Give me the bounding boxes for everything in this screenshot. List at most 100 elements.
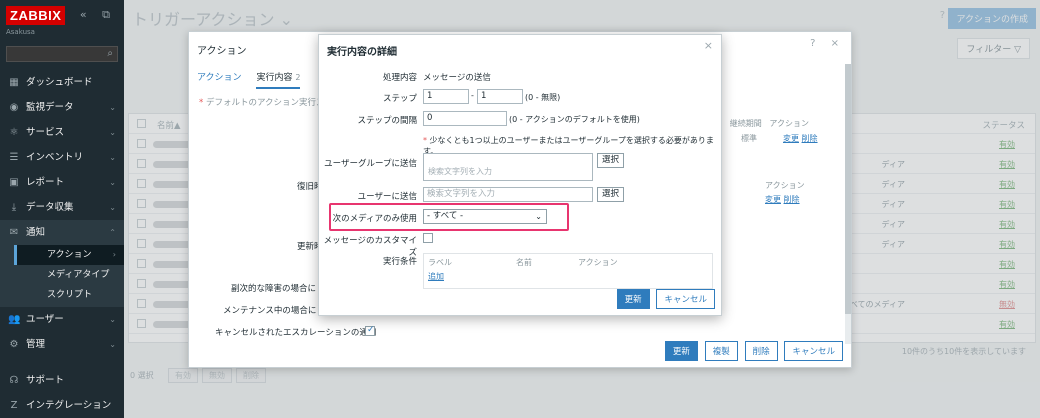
step-duration-label: ステップの間隔 [357, 116, 417, 126]
dialog-help-close-icons[interactable]: ? × [810, 38, 845, 49]
subnav-media-types-label: メディアタイプ [47, 270, 110, 280]
delete-recovery-link[interactable]: 削除 [784, 195, 800, 204]
nav-users[interactable]: 👥 ユーザー ⌄ [0, 307, 124, 332]
subnav-scripts[interactable]: スクリプト [14, 285, 124, 305]
services-icon: ⚛ [9, 127, 19, 138]
step-from-input[interactable]: 1 [423, 89, 469, 104]
default-step-duration-label: * デフォルトのアクション実行ステ [199, 98, 334, 108]
report-icon: ▣ [9, 177, 19, 188]
action-dialog-tabs: アクション 実行内容 2 [197, 70, 312, 89]
operation-details-dialog: 実行内容の詳細 × 処理内容 メッセージの送信 ステップ 1 - 1 (0 - … [318, 34, 722, 316]
tab-action[interactable]: アクション [197, 70, 242, 87]
send-to-user-groups-label: ユーザーグループに送信 [324, 159, 417, 169]
nav-inventory-label: インベントリ [26, 152, 84, 163]
mail-icon: ✉ [9, 227, 19, 238]
custom-message-checkbox[interactable] [423, 233, 433, 243]
send-to-users-label: ユーザーに送信 [357, 192, 417, 202]
step-duration-input[interactable]: 0 [423, 111, 507, 126]
grid-row-duration: 標準 [741, 134, 757, 143]
eye-icon: ◉ [9, 102, 19, 113]
steps-label: ステップ [382, 94, 417, 104]
nav-monitoring[interactable]: ◉ 監視データ ⌄ [0, 95, 124, 120]
chevron-down-icon: ⌄ [109, 315, 116, 324]
delete-operation-link[interactable]: 削除 [802, 134, 818, 143]
action-clone-button[interactable]: 複製 [704, 341, 738, 361]
send-only-to-label: 次のメディアのみ使用 [332, 214, 417, 224]
scrollbar-thumb[interactable] [845, 64, 851, 314]
inventory-icon: ☰ [9, 152, 19, 163]
nav-services-label: サービス [26, 127, 65, 138]
gear-icon: ⚙ [9, 339, 19, 350]
nav-alerts-label: 通知 [26, 227, 46, 238]
nav-support[interactable]: ☊ サポート [0, 368, 124, 393]
nav-data-collection-label: データ収集 [26, 202, 74, 213]
nav-dashboard[interactable]: ▦ ダッシュボード [0, 70, 124, 95]
sidebar-bottom: ☊ サポート Z インテグレーション [0, 368, 124, 418]
operation-type-label: 処理内容 [382, 73, 417, 83]
users-input[interactable]: 検索文字列を入力 [423, 187, 593, 202]
subnav-scripts-label: スクリプト [47, 290, 93, 300]
pause-maintenance-label: メンテナンス中の場合に [223, 306, 317, 316]
select-users-button[interactable]: 選択 [597, 187, 625, 202]
add-condition-link[interactable]: 追加 [428, 271, 444, 282]
tab-operations-label: 実行内容 [256, 73, 293, 83]
headset-icon: ☊ [9, 375, 19, 386]
media-type-selected: - すべて - [427, 211, 464, 221]
action-cancel-button[interactable]: キャンセル [784, 341, 843, 361]
chevron-down-icon: ⌄ [109, 203, 116, 212]
chevron-up-icon: ⌃ [109, 228, 116, 237]
dashboard-icon: ▦ [9, 77, 19, 88]
operation-cancel-button[interactable]: キャンセル [656, 289, 715, 309]
server-name: Asakusa [6, 28, 35, 36]
action-dialog-scrollbar[interactable] [845, 64, 851, 344]
nav-data-collection[interactable]: ⤓ データ収集 ⌄ [0, 195, 124, 220]
checkmark-icon: ✓ [367, 325, 375, 335]
step-duration-hint: (0 - アクションのデフォルトを使用) [509, 115, 640, 124]
nav-monitoring-label: 監視データ [26, 102, 74, 113]
nav-reports[interactable]: ▣ レポート ⌄ [0, 170, 124, 195]
operation-details-title: 実行内容の詳細 [327, 47, 397, 58]
chevron-down-icon: ⌄ [109, 153, 116, 162]
close-icon[interactable]: × [704, 39, 713, 52]
chevron-down-icon: ⌄ [109, 128, 116, 137]
nav-alerts[interactable]: ✉ 通知 ⌃ [0, 220, 124, 245]
edit-operation-link[interactable]: 変更 [783, 134, 799, 143]
action-dialog-title: アクション [197, 46, 247, 57]
search-icon[interactable]: ⌕ [107, 48, 113, 59]
subnav-media-types[interactable]: メディアタイプ [14, 265, 124, 285]
subnav-actions[interactable]: アクション › [14, 245, 124, 265]
cond-col-name: 名前 [516, 258, 532, 267]
nav-integrations-label: インテグレーション [26, 400, 112, 411]
nav-inventory[interactable]: ☰ インベントリ ⌄ [0, 145, 124, 170]
user-groups-input[interactable]: 検索文字列を入力 [423, 153, 593, 181]
tab-operations[interactable]: 実行内容 2 [256, 70, 301, 89]
nav-integrations[interactable]: Z インテグレーション [0, 393, 124, 418]
cond-col-action: アクション [578, 258, 618, 267]
users-icon: 👥 [8, 314, 21, 325]
step-to-input[interactable]: 1 [477, 89, 523, 104]
action-update-button[interactable]: 更新 [664, 341, 698, 361]
nav-administration-label: 管理 [26, 339, 46, 350]
select-user-groups-button[interactable]: 選択 [597, 153, 625, 168]
chevron-down-icon: ⌄ [109, 103, 116, 112]
grid-col-action: アクション [769, 119, 809, 128]
action-delete-button[interactable]: 削除 [744, 341, 778, 361]
operation-update-button[interactable]: 更新 [616, 289, 650, 309]
media-type-select[interactable]: - すべて - ⌄ [423, 209, 547, 224]
chevron-down-icon: ⌄ [109, 340, 116, 349]
edit-recovery-link[interactable]: 変更 [765, 195, 781, 204]
chevron-down-icon: ⌄ [109, 178, 116, 187]
nav-administration[interactable]: ⚙ 管理 ⌄ [0, 332, 124, 357]
sidebar-search-input[interactable]: ⌕ [6, 46, 118, 62]
nav-services[interactable]: ⚛ サービス ⌄ [0, 120, 124, 145]
download-icon: ⤓ [11, 202, 17, 213]
recovery-row-actions: 変更 削除 [765, 194, 800, 205]
zabbix-logo[interactable]: ZABBIX [6, 6, 66, 25]
chevron-right-icon: › [112, 250, 116, 259]
cond-col-label: ラベル [428, 258, 452, 267]
notify-cancelled-checkbox[interactable]: ✓ [365, 325, 375, 336]
nav-support-label: サポート [26, 375, 65, 386]
sidebar-header: ZABBIX « ⧉ Asakusa [0, 0, 124, 40]
notify-cancelled-label: キャンセルされたエスカレーションの通知 [215, 328, 377, 338]
sidebar-collapse-icon[interactable]: « ⧉ [80, 8, 116, 22]
